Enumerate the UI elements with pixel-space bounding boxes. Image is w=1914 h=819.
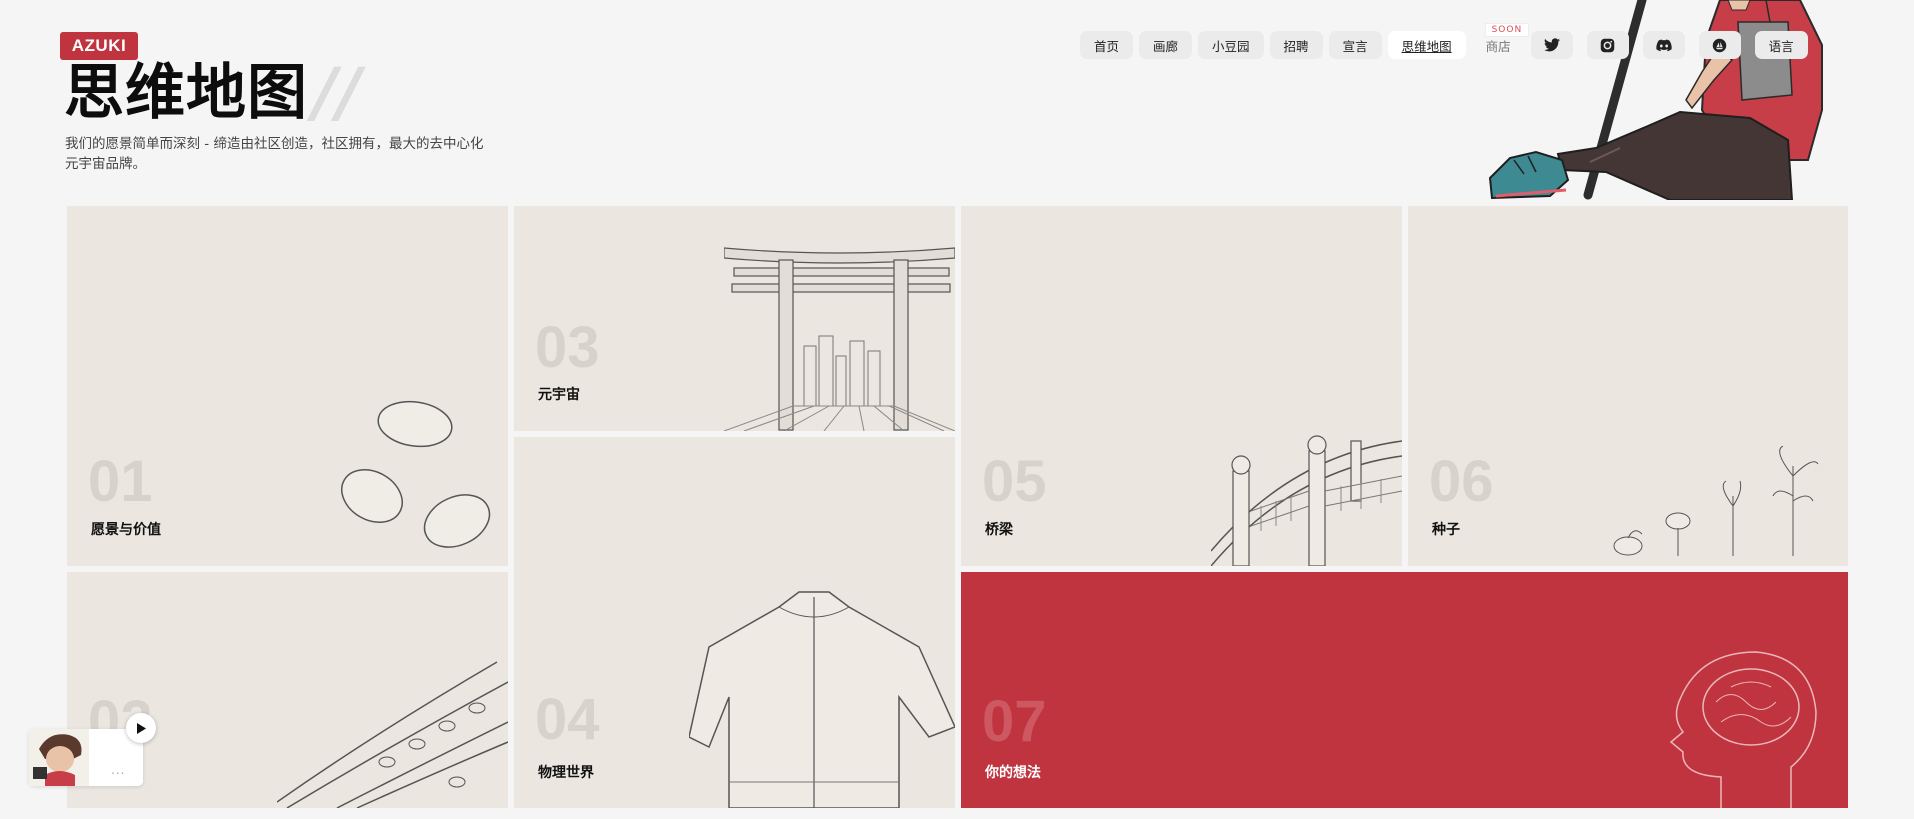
bridge-illustration xyxy=(1211,435,1402,566)
bean-pods-illustration xyxy=(277,661,508,808)
torii-gate-illustration xyxy=(724,247,955,431)
player-dots: ... xyxy=(111,763,126,777)
card-label: 物理世界 xyxy=(538,765,594,781)
play-button[interactable] xyxy=(126,713,156,743)
nav-shop[interactable]: 商店 SOON xyxy=(1472,23,1530,59)
card-metaverse[interactable]: 03 元宇宙 xyxy=(514,206,955,431)
card-seed[interactable]: 06 种子 xyxy=(1408,206,1848,566)
nav-shop-label: 商店 xyxy=(1485,38,1511,54)
nav-manifesto[interactable]: 宣言 xyxy=(1328,31,1382,59)
sprouts-illustration xyxy=(1613,446,1819,556)
soon-badge: SOON xyxy=(1484,23,1530,37)
card-label: 元宇宙 xyxy=(538,387,580,403)
page-title: 思维地图 xyxy=(64,58,308,128)
card-number: 01 xyxy=(88,449,153,514)
beans-illustration xyxy=(341,400,491,548)
instagram-icon xyxy=(1600,38,1615,52)
opensea-icon xyxy=(1712,38,1727,52)
nav-garden[interactable]: 小豆园 xyxy=(1198,31,1264,59)
card-number: 03 xyxy=(535,315,600,380)
nav-home[interactable]: 首页 xyxy=(1080,31,1134,59)
card-number: 04 xyxy=(535,687,600,752)
card-number: 07 xyxy=(982,689,1047,754)
page-description: 我们的愿景简单而深刻 - 缔造由社区创造，社区拥有，最大的去中心化元宇宙品牌。 xyxy=(65,136,484,172)
card-physical-world[interactable]: 04 物理世界 xyxy=(514,437,955,808)
twitter-icon xyxy=(1543,38,1560,52)
card-number: 06 xyxy=(1429,449,1494,514)
discord-icon xyxy=(1655,39,1672,51)
brain-head-illustration xyxy=(1669,651,1817,808)
nav-gallery[interactable]: 画廊 xyxy=(1139,31,1193,59)
nav-careers[interactable]: 招聘 xyxy=(1269,31,1323,59)
card-your-ideas[interactable]: 07 你的想法 xyxy=(961,572,1848,808)
card-label: 愿景与价值 xyxy=(91,522,161,538)
card-label: 你的想法 xyxy=(985,765,1041,781)
discord-button[interactable] xyxy=(1642,31,1685,59)
instagram-button[interactable] xyxy=(1586,31,1629,59)
play-icon xyxy=(137,722,146,734)
title-slashes: // xyxy=(313,54,362,131)
card-number: 05 xyxy=(982,449,1047,514)
logo-text: AZUKI xyxy=(71,36,127,55)
top-nav: 首页 画廊 小豆园 招聘 宣言 思维地图 商店 SOON 语言 xyxy=(1080,23,1808,59)
opensea-button[interactable] xyxy=(1698,31,1741,59)
twitter-button[interactable] xyxy=(1530,31,1573,59)
jacket-illustration xyxy=(689,591,955,808)
music-player[interactable]: ... xyxy=(29,713,156,786)
card-label: 种子 xyxy=(1432,522,1460,538)
player-avatar xyxy=(29,729,89,786)
card-vision[interactable]: 01 愿景与价值 xyxy=(67,206,508,566)
hero-character-illustration xyxy=(1488,0,1823,200)
card-label: 桥梁 xyxy=(985,522,1013,538)
nav-mindmap[interactable]: 思维地图 xyxy=(1387,31,1466,59)
card-bridge[interactable]: 05 桥梁 xyxy=(961,206,1402,566)
language-button[interactable]: 语言 xyxy=(1754,31,1808,59)
